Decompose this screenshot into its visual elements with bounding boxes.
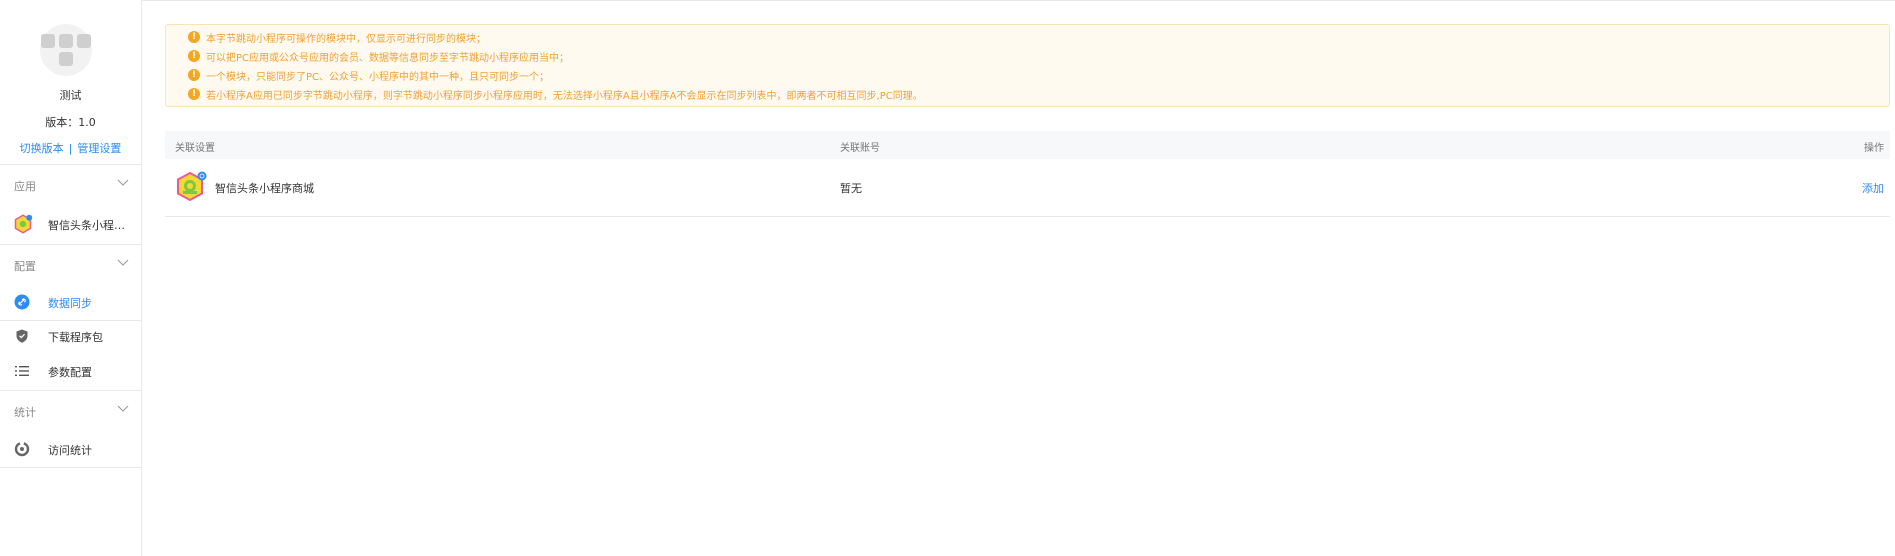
header-account: 关联账号 — [840, 143, 880, 154]
warning-icon: ! — [188, 31, 200, 43]
notice-text: 若小程序A应用已同步字节跳动小程序，则字节跳动小程序同步小程序应用时，无法选择小… — [206, 90, 923, 102]
link-icon — [14, 294, 30, 310]
app-avatar — [40, 24, 92, 76]
table-header: 关联设置 关联账号 操作 — [165, 131, 1890, 159]
sidebar-item-param-config[interactable]: 参数配置 — [0, 356, 141, 386]
group-app-label: 应用 — [14, 180, 36, 193]
switch-version-link[interactable]: 切换版本 — [20, 142, 64, 155]
chevron-down-icon — [117, 179, 129, 186]
row-account: 暂无 — [840, 182, 862, 195]
warning-icon: ! — [188, 88, 200, 100]
sidebar: 测试 版本：1.0 切换版本 | 管理设置 应用 智信头条小程序... 配置 数据同… — [0, 0, 142, 556]
list-icon — [15, 366, 29, 376]
warning-icon: ! — [188, 69, 200, 81]
notice-box: ! 本字节跳动小程序可操作的模块中，仅显示可进行同步的模块； ! 可以把PC应用或公… — [165, 24, 1890, 107]
sidebar-item-label: 智信头条小程序... — [48, 219, 134, 232]
add-link[interactable]: 添加 — [1862, 180, 1884, 196]
app-version: 版本：1.0 — [45, 116, 96, 129]
chevron-down-icon — [117, 259, 129, 266]
notice-line: ! 本字节跳动小程序可操作的模块中，仅显示可进行同步的模块； — [188, 29, 486, 45]
sidebar-item-label: 数据同步 — [48, 297, 92, 310]
warning-icon: ! — [188, 50, 200, 62]
notice-line: ! 若小程序A应用已同步字节跳动小程序，则字节跳动小程序同步小程序应用时，无法选择… — [188, 86, 923, 102]
sidebar-item-label: 访问统计 — [48, 444, 92, 457]
header-setting: 关联设置 — [175, 143, 215, 154]
header-action: 操作 — [1864, 143, 1884, 154]
group-config-header[interactable]: 配置 — [0, 244, 141, 284]
app-name: 测试 — [59, 89, 82, 102]
toutiao-app-logo — [177, 171, 207, 202]
chevron-down-icon — [117, 405, 129, 412]
stats-icon — [14, 441, 30, 457]
notice-text: 一个模块，只能同步了PC、公众号、小程序中的其中一种，且只可同步一个； — [206, 71, 550, 83]
sidebar-item-download-package[interactable]: 下载程序包 — [0, 321, 141, 351]
divider — [0, 467, 141, 468]
notice-text: 本字节跳动小程序可操作的模块中，仅显示可进行同步的模块； — [206, 33, 486, 45]
toutiao-app-icon — [14, 214, 33, 234]
notice-line: ! 可以把PC应用或公众号应用的会员、数据等信息同步至字节跳动小程序应用当中； — [188, 48, 569, 64]
group-stats-header[interactable]: 统计 — [0, 390, 141, 430]
group-stats-label: 统计 — [14, 406, 36, 419]
shield-icon — [16, 329, 28, 343]
sidebar-item-label: 下载程序包 — [48, 331, 103, 344]
manage-settings-link[interactable]: 管理设置 — [77, 142, 121, 155]
top-border — [142, 0, 1895, 1]
group-config-label: 配置 — [14, 260, 36, 273]
notice-line: ! 一个模块，只能同步了PC、公众号、小程序中的其中一种，且只可同步一个； — [188, 67, 549, 83]
sidebar-item-label: 参数配置 — [48, 366, 92, 379]
table-row: 智信头条小程序商城 暂无 添加 — [165, 159, 1890, 217]
row-setting-name: 智信头条小程序商城 — [215, 182, 314, 195]
link-separator: | — [68, 142, 73, 155]
group-app-header[interactable]: 应用 — [0, 164, 141, 204]
sidebar-item-toutiao-app[interactable]: 智信头条小程序... — [0, 209, 141, 239]
notice-text: 可以把PC应用或公众号应用的会员、数据等信息同步至字节跳动小程序应用当中； — [206, 52, 570, 64]
sidebar-item-data-sync[interactable]: 数据同步 — [0, 287, 141, 317]
sync-table: 关联设置 关联账号 操作 智信头条小程序商城 暂无 添加 — [165, 131, 1890, 217]
sidebar-item-visit-stats[interactable]: 访问统计 — [0, 434, 141, 464]
app-links: 切换版本 | 管理设置 — [0, 140, 141, 156]
